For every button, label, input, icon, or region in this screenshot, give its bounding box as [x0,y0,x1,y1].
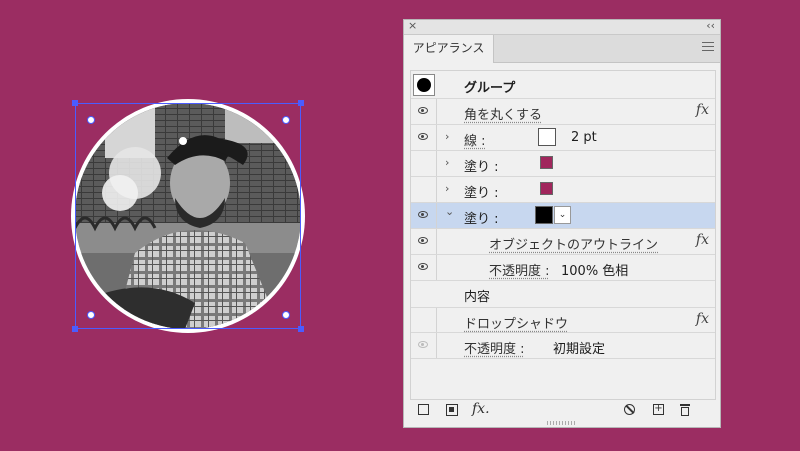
visibility-toggle[interactable] [411,177,437,202]
appearance-list: グループ 角を丸くする fx › 線 : 2 pt › 塗り : › 塗り : [410,70,716,400]
fill-label: 塗り : [464,212,499,227]
row-stroke[interactable]: › 線 : 2 pt [411,125,715,151]
visibility-toggle[interactable] [411,255,437,280]
panel-titlebar: × ‹‹ [404,19,720,35]
clear-appearance-icon[interactable] [624,404,635,415]
row-opacity-inner[interactable]: 不透明度 : 100% 色相 [411,255,715,281]
close-panel-button[interactable]: × [408,19,417,33]
corner-widget-top-left[interactable] [87,116,95,124]
resize-handle-top-right[interactable] [298,100,304,106]
fill-label: 塗り : [464,186,499,201]
opacity-value: 初期設定 [553,342,606,357]
effect-drop-shadow-link[interactable]: ドロップシャドウ [464,313,568,332]
thumbnail-circle-icon [417,78,431,92]
eye-icon [418,107,428,114]
row-round-corners[interactable]: 角を丸くする fx [411,99,715,125]
eye-icon [418,133,428,140]
opacity-link[interactable]: 不透明度 : [464,338,525,357]
panel-resize-grip[interactable] [547,421,577,425]
stroke-label[interactable]: 線 : [464,130,486,149]
chevron-down-icon[interactable]: ⌄ [445,205,454,218]
effect-round-corners-link[interactable]: 角を丸くする [464,104,542,123]
eye-icon [418,211,428,218]
resize-handle-top-left[interactable] [72,100,78,106]
eye-icon [418,237,428,244]
corner-widget-bottom-right[interactable] [282,311,290,319]
chevron-right-icon[interactable]: › [445,130,449,143]
fx-icon[interactable]: fx [696,102,709,118]
selection-bounding-box[interactable] [75,103,301,329]
collapse-panel-button[interactable]: ‹‹ [706,19,715,33]
group-label: グループ [464,81,516,96]
fill-color-dropdown[interactable]: ⌄ [554,206,571,224]
corner-widget-top-right[interactable] [282,116,290,124]
visibility-toggle[interactable] [411,333,437,358]
fx-icon[interactable]: fx [696,311,709,327]
stroke-color-swatch[interactable] [538,128,556,146]
visibility-toggle[interactable] [411,308,437,332]
add-fill-icon[interactable] [446,404,458,416]
panel-menu-icon[interactable] [702,42,714,54]
contents-label: 内容 [464,290,491,305]
eye-icon [418,263,428,270]
row-fill-3-selected[interactable]: ⌄ 塗り : ⌄ [411,203,715,229]
chevron-right-icon[interactable]: › [445,182,449,195]
row-contents[interactable]: 内容 [411,281,715,307]
group-thumbnail [413,74,435,96]
fill-color-swatch[interactable] [540,182,553,195]
add-stroke-icon[interactable] [418,404,429,415]
resize-handle-bottom-right[interactable] [298,326,304,332]
fill-color-swatch[interactable] [540,156,553,169]
panel-footer-toolbar: fx. + [404,400,720,422]
resize-handle-bottom-left[interactable] [72,326,78,332]
fill-color-swatch[interactable] [535,206,553,224]
stroke-weight-value[interactable]: 2 pt [571,130,597,145]
row-fill-1[interactable]: › 塗り : [411,151,715,177]
tab-appearance[interactable]: アピアランス [404,35,494,63]
visibility-toggle[interactable] [411,203,437,228]
row-drop-shadow[interactable]: ドロップシャドウ fx [411,307,715,333]
row-group[interactable]: グループ [411,71,715,99]
trash-icon[interactable] [680,404,690,416]
chevron-right-icon[interactable]: › [445,156,449,169]
visibility-toggle[interactable] [411,229,437,254]
eye-icon [418,341,428,348]
corner-widget-bottom-left[interactable] [87,311,95,319]
row-outline-object[interactable]: オブジェクトのアウトライン fx [411,229,715,255]
add-effect-fx-icon[interactable]: fx. [472,401,490,417]
row-opacity-outer[interactable]: 不透明度 : 初期設定 [411,333,715,359]
tab-strip: アピアランス [404,35,720,63]
visibility-toggle[interactable] [411,151,437,176]
visibility-toggle[interactable] [411,125,437,150]
fill-label: 塗り : [464,160,499,175]
duplicate-item-icon[interactable]: + [653,404,664,415]
fx-icon[interactable]: fx [696,232,709,248]
row-fill-2[interactable]: › 塗り : [411,177,715,203]
appearance-panel: × ‹‹ アピアランス グループ 角を丸くする fx › 線 : 2 pt › … [403,19,721,428]
opacity-link[interactable]: 不透明度 : [489,260,550,279]
effect-outline-object-link[interactable]: オブジェクトのアウトライン [489,234,658,253]
opacity-value: 100% 色相 [561,264,629,279]
visibility-toggle[interactable] [411,99,437,124]
